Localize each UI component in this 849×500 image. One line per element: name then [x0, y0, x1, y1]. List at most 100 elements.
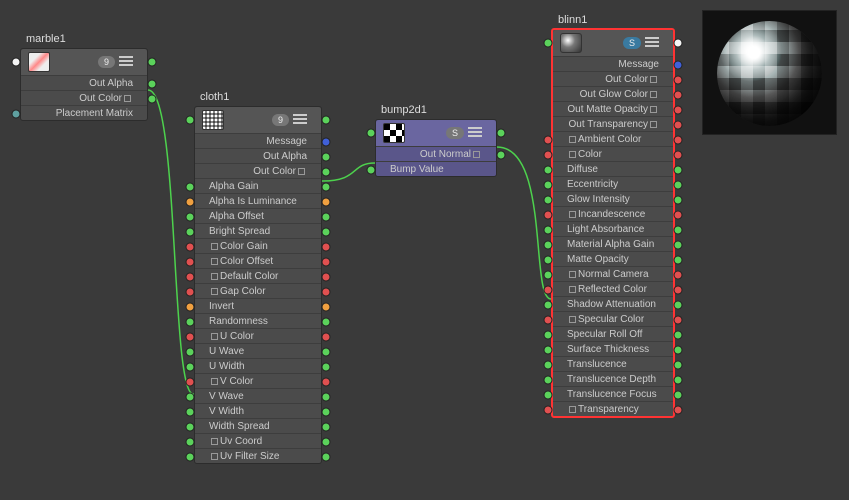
attr-output[interactable]: Out Matte Opacity	[553, 101, 673, 116]
port-in[interactable]	[186, 212, 195, 221]
menu-icon[interactable]	[293, 114, 307, 126]
port-out[interactable]	[674, 255, 683, 264]
attr-input[interactable]: U Wave	[195, 343, 321, 358]
port-out[interactable]	[674, 105, 683, 114]
port-in[interactable]	[544, 195, 553, 204]
port-out[interactable]	[674, 270, 683, 279]
attr-input[interactable]: Uv Filter Size	[195, 448, 321, 463]
attr-input[interactable]: Uv Coord	[195, 433, 321, 448]
port-in[interactable]	[186, 182, 195, 191]
attr-out-alpha[interactable]: Out Alpha	[21, 75, 147, 90]
port-in[interactable]	[544, 135, 553, 144]
attr-input[interactable]: Material Alpha Gain	[553, 236, 673, 251]
attr-input[interactable]: Color Offset	[195, 253, 321, 268]
port-out[interactable]	[322, 362, 331, 371]
port-in[interactable]	[544, 225, 553, 234]
node-header[interactable]: 9	[195, 107, 321, 133]
port-in-head[interactable]	[12, 58, 21, 67]
port-in-head[interactable]	[186, 116, 195, 125]
port-out[interactable]	[322, 377, 331, 386]
attr-input[interactable]: U Color	[195, 328, 321, 343]
port-in[interactable]	[544, 285, 553, 294]
port-out[interactable]	[148, 94, 157, 103]
port-out[interactable]	[674, 390, 683, 399]
attr-out-normal[interactable]: Out Normal	[376, 146, 496, 161]
port-out[interactable]	[322, 197, 331, 206]
port-in[interactable]	[12, 109, 21, 118]
port-out[interactable]	[322, 347, 331, 356]
port-out[interactable]	[674, 75, 683, 84]
port-in[interactable]	[544, 165, 553, 174]
port-out[interactable]	[322, 317, 331, 326]
attr-input[interactable]: Matte Opacity	[553, 251, 673, 266]
port-out[interactable]	[322, 272, 331, 281]
port-in[interactable]	[186, 302, 195, 311]
port-in[interactable]	[186, 227, 195, 236]
port-out[interactable]	[674, 60, 683, 69]
port-in[interactable]	[186, 407, 195, 416]
attr-input[interactable]: Bright Spread	[195, 223, 321, 238]
port-in[interactable]	[544, 300, 553, 309]
attr-bump-value[interactable]: Bump Value	[376, 161, 496, 176]
attr-input[interactable]: Width Spread	[195, 418, 321, 433]
port-in[interactable]	[186, 347, 195, 356]
port-out[interactable]	[322, 227, 331, 236]
attr-input[interactable]: Translucence Focus	[553, 386, 673, 401]
port-in[interactable]	[544, 360, 553, 369]
attr-placement-matrix[interactable]: Placement Matrix	[21, 105, 147, 120]
node-header[interactable]: S	[553, 30, 673, 56]
port-in[interactable]	[544, 210, 553, 219]
port-in[interactable]	[186, 377, 195, 386]
port-out[interactable]	[674, 210, 683, 219]
port-out[interactable]	[674, 345, 683, 354]
port-in-head[interactable]	[544, 39, 553, 48]
attr-output[interactable]: Out Alpha	[195, 148, 321, 163]
port-out[interactable]	[497, 150, 506, 159]
port-out[interactable]	[674, 315, 683, 324]
port-out[interactable]	[322, 212, 331, 221]
port-in[interactable]	[186, 317, 195, 326]
port-out[interactable]	[322, 332, 331, 341]
attr-input[interactable]: Glow Intensity	[553, 191, 673, 206]
attr-input[interactable]: Light Absorbance	[553, 221, 673, 236]
attr-input[interactable]: Default Color	[195, 268, 321, 283]
port-in[interactable]	[186, 272, 195, 281]
port-out[interactable]	[674, 180, 683, 189]
attr-input[interactable]: Transparency	[553, 401, 673, 416]
attr-input[interactable]: Shadow Attenuation	[553, 296, 673, 311]
port-out[interactable]	[674, 300, 683, 309]
attr-input[interactable]: Incandescence	[553, 206, 673, 221]
attr-input[interactable]: Specular Roll Off	[553, 326, 673, 341]
node-marble1[interactable]: marble1 9 Out Alpha Out Color Placement …	[20, 48, 148, 121]
attr-input[interactable]: Translucence Depth	[553, 371, 673, 386]
port-out[interactable]	[674, 150, 683, 159]
attr-input[interactable]: Color	[553, 146, 673, 161]
port-out-head[interactable]	[674, 39, 683, 48]
port-out[interactable]	[322, 137, 331, 146]
port-in[interactable]	[544, 255, 553, 264]
attr-input[interactable]: U Width	[195, 358, 321, 373]
port-in[interactable]	[544, 315, 553, 324]
attr-output[interactable]: Message	[195, 133, 321, 148]
attr-input[interactable]: V Color	[195, 373, 321, 388]
port-out[interactable]	[322, 407, 331, 416]
attr-input[interactable]: Eccentricity	[553, 176, 673, 191]
attr-output[interactable]: Out Color	[195, 163, 321, 178]
attr-input[interactable]: Normal Camera	[553, 266, 673, 281]
attr-input[interactable]: Color Gain	[195, 238, 321, 253]
attr-input[interactable]: Surface Thickness	[553, 341, 673, 356]
port-in[interactable]	[186, 437, 195, 446]
attr-input[interactable]: Gap Color	[195, 283, 321, 298]
port-in[interactable]	[186, 197, 195, 206]
port-in[interactable]	[544, 345, 553, 354]
port-out[interactable]	[322, 257, 331, 266]
port-out[interactable]	[674, 165, 683, 174]
port-in[interactable]	[544, 270, 553, 279]
port-out[interactable]	[674, 90, 683, 99]
attr-input[interactable]: Alpha Gain	[195, 178, 321, 193]
attr-input[interactable]: Ambient Color	[553, 131, 673, 146]
port-out[interactable]	[322, 452, 331, 461]
port-out[interactable]	[674, 360, 683, 369]
port-in[interactable]	[544, 375, 553, 384]
port-out[interactable]	[322, 422, 331, 431]
